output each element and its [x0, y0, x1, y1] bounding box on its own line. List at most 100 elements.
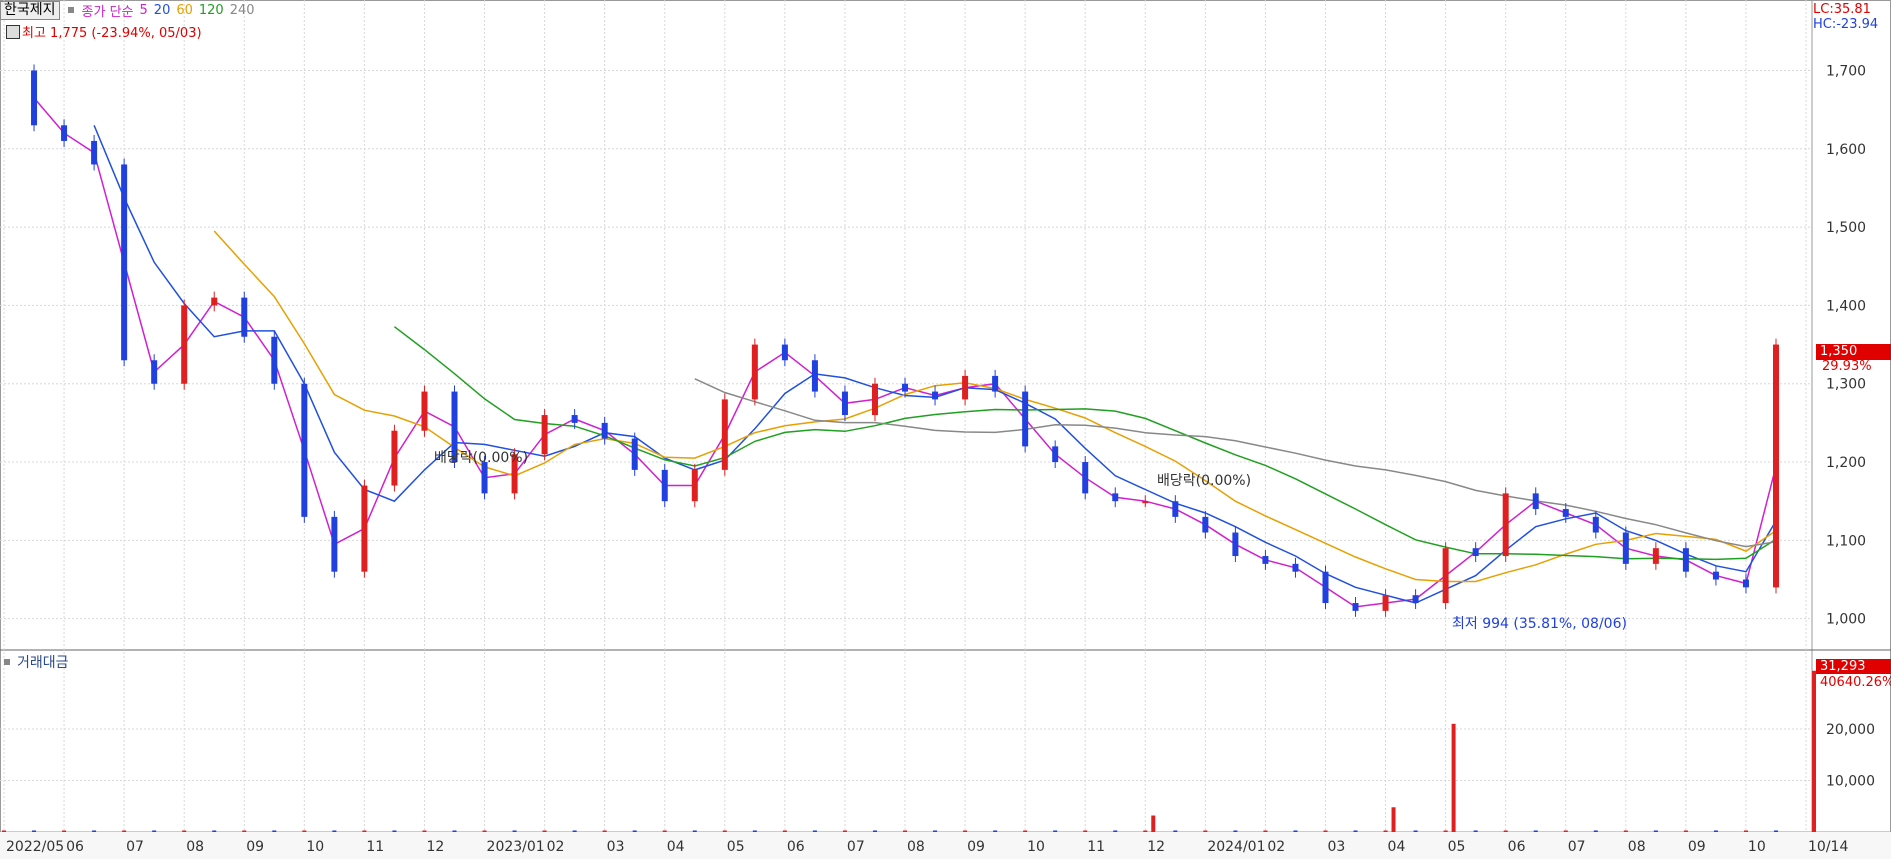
time-tick-label: 05: [727, 839, 745, 855]
price-tick-label: 1,400: [1826, 298, 1866, 314]
price-tick-label: 1,100: [1826, 533, 1866, 549]
candle-body: [1292, 563, 1299, 572]
candle-body: [661, 469, 668, 502]
candle-body: [1682, 548, 1689, 572]
time-tick-label: 2023/01: [487, 839, 545, 855]
volume-spike-bar: [1451, 723, 1456, 832]
candle-body: [151, 360, 158, 384]
candle-body: [331, 516, 338, 572]
time-tick-label: 05: [1448, 839, 1466, 855]
stock-chart[interactable]: 1,000 1,100 1,200 1,300 1,400 1,500 1,600 1,700…: [0, 0, 1891, 859]
volume-bar: [963, 830, 968, 832]
volume-panel-title: 거래대금: [2, 652, 69, 672]
volume-bar: [1173, 830, 1178, 832]
volume-bar: [632, 830, 637, 832]
volume-bar: [392, 830, 397, 832]
time-tick-label: 02: [547, 839, 565, 855]
volume-bar: [1533, 830, 1538, 832]
stock-name[interactable]: 한국제지: [0, 0, 60, 20]
volume-bar: [302, 830, 307, 832]
candle-body: [181, 305, 188, 384]
candle-body: [301, 383, 308, 517]
candle-body: [1052, 446, 1059, 463]
candle-body: [121, 164, 128, 361]
candle-body: [811, 360, 818, 392]
volume-bar: [1443, 830, 1448, 832]
hc-value: HC:-23.94: [1813, 17, 1879, 32]
ma-60: 60: [176, 2, 193, 18]
volume-bar: [1413, 830, 1418, 832]
volume-bar: [2, 830, 6, 832]
dividend-label-1: 배당락(0.00%): [434, 450, 529, 466]
time-tick-label: 2022/05: [6, 839, 64, 855]
volume-bar: [182, 830, 187, 832]
dividend-label-2: 배당락(0.00%): [1157, 473, 1252, 489]
candle-body: [1172, 501, 1179, 517]
time-tick-label: 10: [1027, 839, 1045, 855]
volume-spike-bar: [1812, 670, 1816, 832]
volume-bar: [1683, 830, 1688, 832]
volume-bar: [452, 830, 457, 832]
volume-bar: [1774, 830, 1778, 832]
time-tick-label: 11: [366, 839, 384, 855]
volume-bar: [722, 830, 727, 832]
volume-tick-label: 10,000: [1826, 773, 1875, 789]
volume-bar: [1293, 830, 1298, 832]
price-tick-label: 1,600: [1826, 142, 1866, 158]
candle-body: [992, 375, 999, 392]
volume-bar: [842, 830, 847, 832]
candle-body: [1202, 516, 1209, 533]
price-tick-label: 1,000: [1826, 612, 1866, 628]
volume-bar: [1023, 830, 1028, 832]
ma-label: 종가 단순: [81, 4, 134, 20]
candle-body: [631, 438, 638, 470]
price-tick-label: 1,500: [1826, 220, 1866, 236]
candle-body: [1442, 548, 1449, 604]
candle-body: [1742, 579, 1749, 588]
time-tick-label: 09: [1688, 839, 1706, 855]
moving-average-line: [694, 378, 1777, 548]
volume-spike-bar: [1391, 807, 1396, 832]
time-tick-label: 10/14: [1808, 839, 1848, 855]
candle-body: [1142, 501, 1149, 504]
price-tick-label: 1,300: [1826, 377, 1866, 393]
candle-body: [1712, 571, 1719, 580]
volume-spike-bar: [1151, 815, 1156, 832]
candle-body: [871, 383, 878, 416]
price-tick-label: 1,700: [1826, 63, 1866, 79]
time-tick-label: 03: [1327, 839, 1345, 855]
candle-body: [271, 336, 278, 384]
candle-body: [1532, 493, 1539, 510]
candle-body: [962, 375, 969, 400]
time-tick-label: 06: [787, 839, 805, 855]
candle-body: [1592, 516, 1599, 533]
volume-bar: [1743, 830, 1748, 832]
time-tick-label: 04: [667, 839, 685, 855]
chart-frame: [0, 0, 1891, 859]
volume-bar: [1323, 830, 1328, 832]
candle-body: [211, 297, 218, 306]
volume-bar: [482, 830, 487, 832]
time-tick-label: 12: [1147, 839, 1165, 855]
time-tick-label: 11: [1087, 839, 1105, 855]
time-tick-label: 06: [66, 839, 84, 855]
volume-bar: [212, 830, 217, 832]
price-tick-label: 1,200: [1826, 455, 1866, 471]
volume-bar: [1083, 830, 1088, 832]
volume-bar: [1653, 830, 1658, 832]
price-tag: 1,350: [1816, 344, 1891, 360]
time-tick-label: 12: [426, 839, 444, 855]
candle-body: [1382, 595, 1389, 611]
candle-body: [91, 140, 98, 165]
candle-body: [1472, 548, 1479, 557]
moving-average-line: [213, 230, 1777, 583]
volume-bar: [1203, 830, 1208, 832]
legend-square-icon: [67, 7, 74, 13]
time-tick-label: 02: [1267, 839, 1285, 855]
volume-bar: [422, 830, 427, 832]
candle-body: [751, 344, 758, 400]
candle-body: [1562, 509, 1569, 517]
table-icon[interactable]: [6, 25, 20, 39]
time-tick-label: 2024/01: [1207, 839, 1265, 855]
volume-bar: [332, 830, 337, 832]
